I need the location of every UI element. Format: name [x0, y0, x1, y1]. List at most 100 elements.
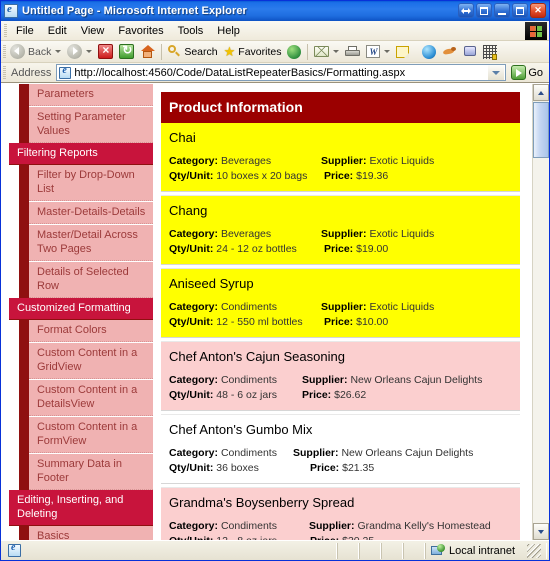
window-title: Untitled Page - Microsoft Internet Explo…	[22, 5, 247, 17]
sidebar-item-master-details-details[interactable]: Master-Details-Details	[29, 201, 153, 224]
product-line-1: Category: Condiments Supplier: New Orlean…	[169, 446, 512, 461]
scroll-up-button[interactable]	[533, 84, 549, 101]
back-button[interactable]: Back	[7, 43, 64, 60]
sidebar-item-summary-data-in-footer[interactable]: Summary Data in Footer	[29, 453, 153, 490]
page-scrollbar[interactable]	[532, 84, 549, 540]
table-row[interactable]: Chef Anton's Cajun Seasoning Category: C…	[161, 342, 520, 410]
mail-chevron-down-icon[interactable]	[333, 50, 340, 53]
messenger-button[interactable]	[439, 45, 460, 59]
favorites-button[interactable]: ★ Favorites	[221, 44, 285, 59]
value-supplier: New Orleans Cajun Delights	[350, 374, 483, 386]
sidebar-item-setting-parameter-values[interactable]: Setting Parameter Values	[29, 106, 153, 143]
value-category: Beverages	[220, 155, 272, 167]
value-category: Condiments	[220, 520, 277, 532]
label-category: Category:	[169, 301, 219, 313]
scrollbar-track[interactable]	[533, 158, 549, 523]
sidebar-item-details-of-selected-row[interactable]: Details of Selected Row	[29, 261, 153, 298]
sidebar-item-filter-by-drop-down-list[interactable]: Filter by Drop-Down List	[29, 164, 153, 201]
discuss-button[interactable]	[393, 45, 412, 59]
close-button[interactable]: ✕	[530, 3, 546, 18]
menu-tools[interactable]: Tools	[171, 23, 211, 39]
sidebar-section-editing-inserting-deleting[interactable]: Editing, Inserting, and Deleting	[9, 490, 153, 525]
sidebar-item-custom-content-gridview[interactable]: Custom Content in a GridView	[29, 342, 153, 379]
product-line-2: Qty/Unit: 24 - 12 oz bottles Price: $19.0…	[169, 242, 512, 257]
value-supplier: Exotic Liquids	[369, 228, 435, 240]
value-category: Beverages	[220, 228, 272, 240]
product-datalist: Product Information Chai Category: Bever…	[153, 84, 532, 540]
product-name: Grandma's Boysenberry Spread	[169, 495, 355, 510]
web-page: Parameters Setting Parameter Values Filt…	[1, 84, 532, 540]
print-button[interactable]	[342, 45, 363, 59]
table-row[interactable]: Chang Category: Beverages Supplier: Exoti…	[161, 196, 520, 264]
sidebar-item-custom-content-formview[interactable]: Custom Content in a FormView	[29, 416, 153, 453]
back-label: Back	[28, 45, 52, 58]
stop-button[interactable]	[95, 43, 116, 60]
go-button[interactable]: Go	[511, 65, 546, 80]
address-input[interactable]: http://localhost:4560/Code/DataListRepea…	[56, 64, 507, 81]
status-pane-4	[403, 542, 425, 559]
minimize-button[interactable]	[494, 3, 510, 18]
restore-group-button[interactable]	[476, 3, 492, 18]
help-button[interactable]	[458, 3, 474, 18]
scroll-down-button[interactable]	[533, 523, 549, 540]
sidebar-item-parameters[interactable]: Parameters	[29, 84, 153, 106]
label-qty: Qty/Unit:	[169, 170, 214, 182]
forward-button[interactable]	[64, 43, 95, 60]
label-supplier: Supplier:	[321, 301, 367, 313]
forward-chevron-down-icon[interactable]	[86, 50, 93, 53]
product-line-2: Qty/Unit: 12 - 8 oz jars Price: $30.25	[169, 534, 512, 540]
address-bar: Address http://localhost:4560/Code/DataL…	[1, 63, 549, 83]
label-supplier: Supplier:	[321, 228, 367, 240]
sidebar-item-custom-content-detailsview[interactable]: Custom Content in a DetailsView	[29, 379, 153, 416]
sidebar-section-filtering-reports[interactable]: Filtering Reports	[9, 143, 153, 164]
address-dropdown-button[interactable]	[488, 65, 505, 80]
value-price: $30.25	[342, 535, 374, 540]
back-chevron-down-icon[interactable]	[55, 50, 62, 53]
label-supplier: Supplier:	[309, 520, 355, 532]
product-name: Chef Anton's Cajun Seasoning	[169, 349, 345, 364]
table-row[interactable]: Chef Anton's Gumbo Mix Category: Condime…	[161, 415, 520, 483]
edit-button[interactable]: W	[363, 44, 393, 59]
label-price: Price:	[302, 389, 332, 401]
menu-file[interactable]: File	[9, 23, 41, 39]
edit-chevron-down-icon[interactable]	[384, 50, 391, 53]
refresh-button[interactable]	[116, 43, 137, 60]
history-button[interactable]	[284, 44, 304, 60]
resize-grip[interactable]	[527, 543, 541, 558]
menu-view[interactable]: View	[74, 23, 112, 39]
product-line-1: Category: Beverages Supplier: Exotic Liqu…	[169, 154, 512, 169]
research-button[interactable]	[460, 44, 480, 60]
toolbar-separator	[307, 43, 309, 60]
msn-button[interactable]	[419, 44, 439, 60]
table-row[interactable]: Chai Category: Beverages Supplier: Exotic…	[161, 123, 520, 191]
highlight-button[interactable]	[480, 44, 500, 60]
mail-button[interactable]	[311, 45, 342, 58]
table-row[interactable]: Aniseed Syrup Category: Condiments Suppli…	[161, 269, 520, 337]
search-icon	[168, 45, 181, 58]
sidebar-item-basics[interactable]: Basics	[29, 525, 153, 540]
search-button[interactable]: Search	[165, 44, 220, 59]
label-price: Price:	[324, 316, 354, 328]
navigation-toolbar: Back Search ★ Favorites W	[1, 41, 549, 63]
local-intranet-icon	[431, 544, 445, 557]
sidebar-item-format-colors[interactable]: Format Colors	[29, 319, 153, 342]
product-line-2: Qty/Unit: 48 - 6 oz jars Price: $26.62	[169, 388, 512, 403]
menu-edit[interactable]: Edit	[41, 23, 74, 39]
table-row[interactable]: Grandma's Boysenberry Spread Category: C…	[161, 488, 520, 540]
scrollbar-thumb[interactable]	[533, 102, 549, 158]
menu-favorites[interactable]: Favorites	[111, 23, 170, 39]
label-qty: Qty/Unit:	[169, 316, 214, 328]
sidebar-item-master-detail-across-two-pages[interactable]: Master/Detail Across Two Pages	[29, 224, 153, 261]
product-line-2: Qty/Unit: 36 boxes Price: $21.35	[169, 461, 512, 476]
maximize-button[interactable]	[512, 3, 528, 18]
value-price: $26.62	[334, 389, 367, 401]
history-globe-icon	[287, 44, 302, 59]
address-url-text: http://localhost:4560/Code/DataListRepea…	[74, 66, 406, 79]
security-zone-pane[interactable]: Local intranet	[425, 542, 547, 559]
menu-help[interactable]: Help	[210, 23, 247, 39]
status-pane-1	[337, 542, 359, 559]
sidebar-section-customized-formatting[interactable]: Customized Formatting	[9, 298, 153, 319]
chevron-down-icon	[538, 529, 544, 534]
status-message-pane	[3, 542, 337, 559]
home-button[interactable]	[137, 44, 158, 60]
